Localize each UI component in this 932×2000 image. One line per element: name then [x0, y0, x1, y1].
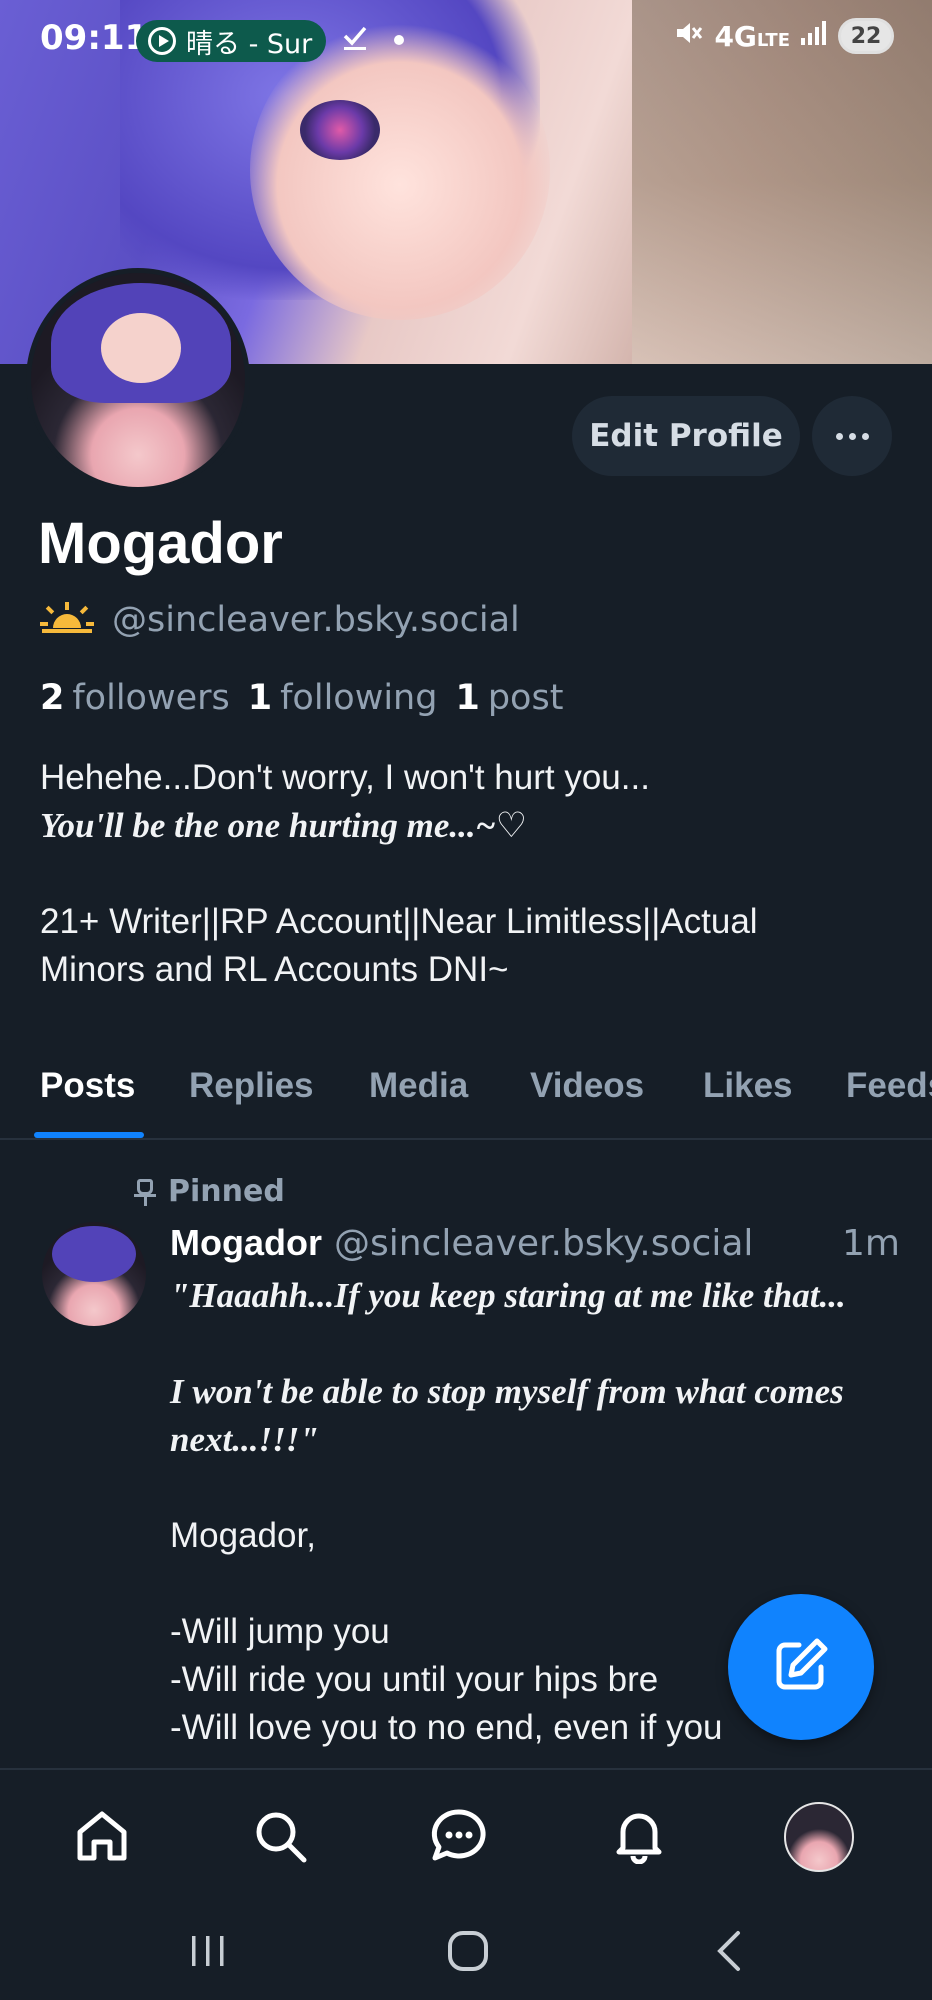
post-timestamp[interactable]: 1m — [842, 1223, 900, 1264]
pin-icon — [134, 1177, 156, 1207]
following-link[interactable]: 1 following — [248, 678, 438, 718]
status-icons: 4GLTE 22 — [674, 18, 894, 54]
bio-line: Minors and RL Accounts DNI~ — [40, 950, 509, 989]
post-header: Mogador @sincleaver.bsky.social 1m — [170, 1222, 900, 1264]
tab-videos[interactable]: Videos — [530, 1066, 644, 1106]
profile-bio: Hehehe...Don't worry, I won't hurt you..… — [40, 754, 910, 994]
chat-icon[interactable] — [427, 1804, 491, 1868]
profile-handle: @sincleaver.bsky.social — [112, 600, 520, 640]
post-line: I won't be able to stop myself from what… — [170, 1372, 844, 1411]
pinned-indicator: Pinned — [134, 1174, 285, 1209]
mute-icon — [674, 19, 704, 54]
bell-icon[interactable] — [607, 1804, 671, 1868]
profile-avatar[interactable] — [26, 268, 250, 492]
active-tab-indicator — [34, 1132, 144, 1138]
tab-posts[interactable]: Posts — [40, 1066, 135, 1106]
bio-line: You'll be the one hurting me...~♡ — [40, 806, 527, 845]
pinned-label: Pinned — [168, 1174, 285, 1209]
tab-likes[interactable]: Likes — [703, 1066, 793, 1106]
profile-stats: 2 followers 1 following 1 post — [40, 678, 563, 718]
post-author-name[interactable]: Mogador — [170, 1222, 322, 1264]
recent-apps-icon[interactable] — [178, 1926, 238, 1976]
edit-profile-button[interactable]: Edit Profile — [572, 396, 800, 476]
display-name: Mogador — [38, 511, 283, 576]
home-button-icon[interactable] — [438, 1926, 498, 1976]
more-options-button[interactable] — [812, 396, 892, 476]
compose-icon — [771, 1635, 831, 1699]
profile-tabs: Posts Replies Media Videos Likes Feeds — [0, 1048, 932, 1140]
battery-icon: 22 — [838, 18, 894, 54]
media-title: 晴る - Sur — [186, 28, 313, 60]
signal-icon — [800, 20, 828, 53]
tab-media[interactable]: Media — [369, 1066, 468, 1106]
system-navigation-bar — [0, 1900, 932, 2000]
bottom-navigation — [0, 1768, 932, 1900]
handle-row: @sincleaver.bsky.social — [40, 600, 520, 640]
bio-line: 21+ Writer||RP Account||Near Limitless||… — [40, 902, 758, 941]
post-author-handle[interactable]: @sincleaver.bsky.social — [334, 1223, 753, 1264]
post-line: "Haaahh...If you keep staring at me like… — [170, 1276, 846, 1315]
search-icon[interactable] — [248, 1804, 312, 1868]
bio-line: Hehehe...Don't worry, I won't hurt you..… — [40, 758, 650, 797]
tab-feeds[interactable]: Feeds — [846, 1066, 932, 1106]
home-icon[interactable] — [70, 1804, 134, 1868]
play-icon — [148, 27, 176, 55]
posts-count: 1 post — [455, 678, 564, 718]
post-line: Mogador, — [170, 1516, 316, 1555]
profile-tab-avatar[interactable] — [784, 1802, 854, 1872]
compose-post-button[interactable] — [728, 1594, 874, 1740]
notification-dot-icon — [394, 35, 404, 45]
followers-link[interactable]: 2 followers — [40, 678, 230, 718]
media-notification-pill[interactable]: 晴る - Sur — [136, 20, 327, 62]
back-icon[interactable] — [700, 1926, 760, 1976]
status-time: 09:11 — [40, 18, 149, 58]
post-author-avatar[interactable] — [42, 1222, 146, 1326]
tab-replies[interactable]: Replies — [189, 1066, 314, 1106]
status-bar: 09:11 晴る - Sur 4GLTE 22 — [0, 0, 932, 84]
network-type: 4GLTE — [714, 19, 790, 53]
post-line: next...!!!" — [170, 1420, 319, 1459]
download-complete-icon — [340, 22, 370, 59]
more-dots-icon — [835, 432, 843, 440]
sunrise-icon — [40, 602, 94, 638]
